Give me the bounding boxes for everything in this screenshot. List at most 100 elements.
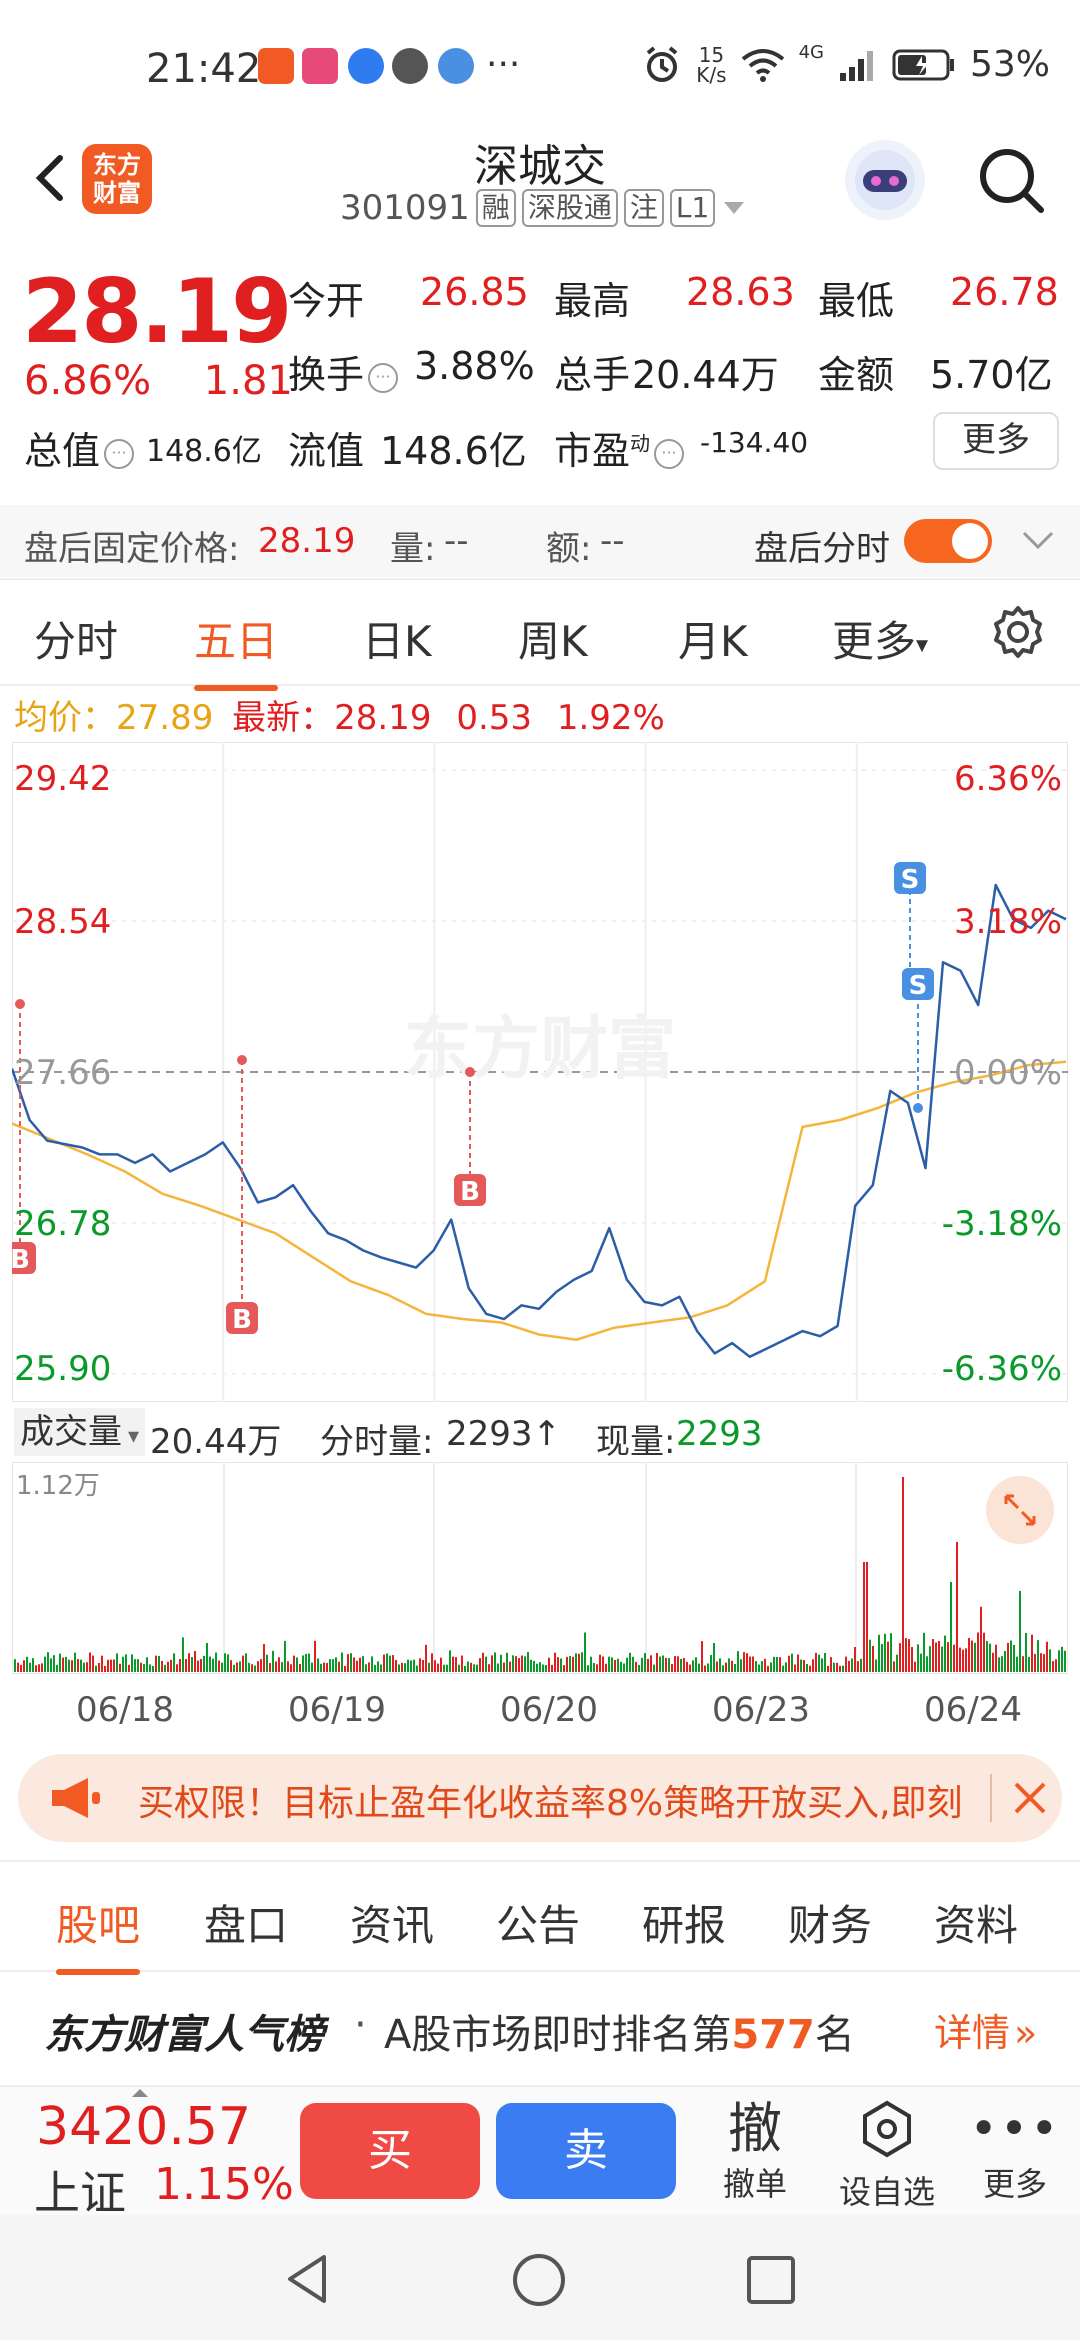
volume-bar [446,1664,448,1672]
tab-news[interactable]: 资讯 [350,1892,434,1953]
volume-bar [212,1658,214,1672]
add-watchlist-button[interactable]: 设自选 [832,2099,942,2213]
volume-bar [938,1640,940,1672]
volume-bar [887,1641,889,1672]
info-icon[interactable]: ··· [654,438,685,469]
tab-more[interactable]: 更多▾ [832,608,928,669]
popularity-row[interactable]: 东方财富人气榜 · A股市场即时排名第577名 详情» [0,1972,1080,2082]
volume-bar [35,1665,37,1672]
volume-bar [941,1646,943,1672]
volume-bar [356,1660,358,1672]
stock-header: 东方 财富 深城交 301091 融 深股通 注 L1 [0,130,1080,240]
latest-price: 28.19 [334,698,432,738]
volume-bar [845,1656,847,1672]
volume-bar [857,1661,859,1672]
volume-bar [806,1664,808,1672]
dropdown-icon[interactable] [721,198,747,218]
info-icon[interactable]: ··· [368,362,399,393]
cancel-icon: 撤 [728,2097,782,2160]
more-actions-button[interactable]: ••• 更多 [960,2099,1070,2205]
float-cap-label: 流值 [288,429,365,473]
tab-daily-k[interactable]: 日K [362,608,432,669]
pe-value: -134.40 [700,426,809,459]
nav-home-icon[interactable] [510,2251,568,2309]
tab-intraday[interactable]: 分时 [34,608,118,669]
tab-profile[interactable]: 资料 [934,1892,1018,1953]
tab-financials[interactable]: 财务 [788,1892,872,1953]
volume-bar [563,1665,565,1672]
expand-icon[interactable] [986,1476,1054,1544]
more-quote-button[interactable]: 更多 [933,412,1059,470]
volume-bar [989,1643,991,1672]
volume-bar [773,1656,775,1672]
volume-bar [572,1656,574,1672]
volume-bar [32,1658,34,1672]
volume-bar [170,1659,172,1672]
tab-monthly-k[interactable]: 月K [678,608,748,669]
system-nav-bar [0,2215,1080,2340]
volume-bar [1064,1650,1066,1672]
volume-bar [386,1653,388,1672]
volume-bar [101,1655,103,1672]
volume-bar [698,1663,700,1672]
volume-indicator-selector[interactable]: 成交量 ▾ [14,1408,146,1456]
cancel-order-button[interactable]: 撤 撤单 [700,2099,810,2205]
nav-recents-icon[interactable] [744,2253,798,2307]
promo-banner[interactable]: 买权限！目标止盈年化收益率8%策略开放买入,即刻 [18,1754,1062,1842]
y-tick-right: 0.00% [954,1053,1062,1093]
tab-research[interactable]: 研报 [642,1892,726,1953]
volume-bar [461,1655,463,1672]
tab-five-day[interactable]: 五日 [194,608,279,691]
volume-bar [956,1542,958,1672]
search-icon[interactable] [975,144,1047,216]
volume-bar [614,1659,616,1672]
volume-bar [1034,1653,1036,1672]
y-tick-right: 6.36% [954,759,1062,799]
five-day-chart[interactable]: 东方财富 B B B S S 29.42 6.36% 28.54 3.18% 27.66 0.00… [12,742,1068,1402]
volume-bar [635,1661,637,1672]
volume-chart[interactable]: 1.12万 [11,1461,1069,1675]
tab-order-book[interactable]: 盘口 [204,1892,288,1953]
volume-bar [83,1662,85,1672]
volume-bar [134,1659,136,1672]
after-hours-toggle[interactable] [904,519,992,563]
volume-bar [992,1652,994,1672]
volume-bar [659,1656,661,1672]
volume-bar [875,1659,877,1672]
tab-forum[interactable]: 股吧 [56,1892,141,1975]
chevron-down-icon[interactable] [1020,529,1056,553]
volume-bar [1052,1661,1054,1672]
volume-bar [983,1632,985,1672]
volume-bar [317,1658,319,1672]
volume-bar [440,1657,442,1672]
info-icon[interactable]: ··· [104,438,135,469]
volume-bar [248,1662,250,1672]
volume-bar [143,1664,145,1672]
volume-bar [626,1657,628,1672]
volume-bar [26,1656,28,1672]
close-icon[interactable] [1010,1778,1050,1818]
volume-bar [215,1652,217,1672]
volume-bar [74,1652,76,1672]
volume-bar [266,1654,268,1672]
gear-icon[interactable] [990,604,1046,660]
volume-bar [818,1654,820,1672]
volume-bar [299,1664,301,1672]
volume-bar [890,1633,892,1672]
tab-announcements[interactable]: 公告 [496,1892,580,1953]
volume-bar [41,1663,43,1672]
nav-back-icon[interactable] [280,2251,336,2307]
volume-bar [320,1663,322,1672]
volume-bar [197,1660,199,1672]
volume-bar [749,1656,751,1672]
tab-weekly-k[interactable]: 周K [518,608,588,669]
popularity-details-link[interactable]: 详情» [934,2002,1037,2057]
sell-button[interactable]: 卖 [496,2103,676,2199]
volume-bar [968,1637,970,1672]
stock-code-line[interactable]: 301091 融 深股通 注 L1 [340,188,747,228]
assistant-robot-icon[interactable] [845,140,925,220]
volume-bar [347,1654,349,1672]
buy-button[interactable]: 买 [300,2103,480,2199]
volume-bar [20,1664,22,1672]
volume-label: 总手 [554,353,631,397]
